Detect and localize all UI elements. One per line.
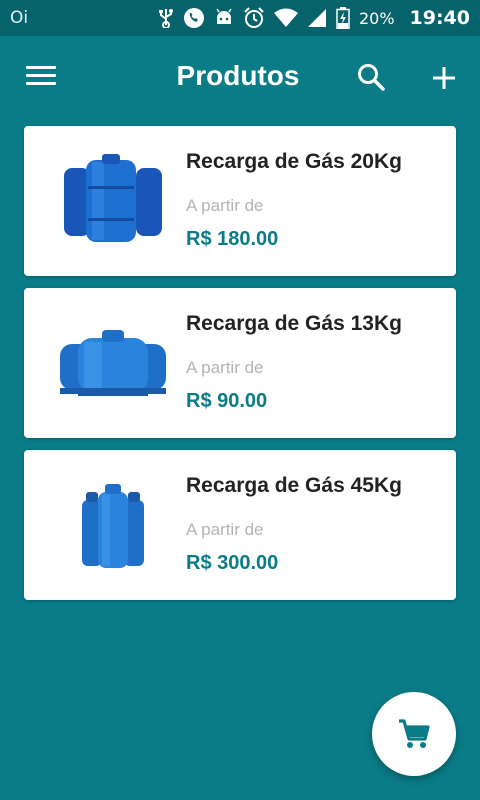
product-price: R$ 300.00 — [186, 552, 279, 574]
product-name: Recarga de Gás 45Kg — [186, 474, 402, 497]
usb-icon — [158, 9, 173, 28]
product-from-label: A partir de — [186, 196, 264, 215]
cart-icon — [399, 719, 430, 748]
app-toolbar: Produtos — [0, 36, 480, 120]
gas-cylinders-45kg-image — [82, 484, 144, 568]
page-title: Produtos — [176, 60, 300, 91]
android-icon — [216, 8, 232, 24]
gas-cylinders-20kg-image — [64, 154, 162, 242]
product-price: R$ 90.00 — [186, 390, 268, 412]
product-card-13kg[interactable]: Recarga de Gás 13Kg A partir de R$ 90.00 — [24, 288, 456, 438]
gas-cylinders-13kg-image — [60, 330, 166, 396]
product-name: Recarga de Gás 13Kg — [186, 312, 402, 335]
whatsapp-icon — [183, 8, 204, 28]
product-price: R$ 180.00 — [186, 228, 279, 250]
product-card-45kg[interactable]: Recarga de Gás 45Kg A partir de R$ 300.0… — [24, 450, 456, 600]
status-bar: Oi 20% 19:40 — [0, 0, 480, 36]
product-name: Recarga de Gás 20Kg — [186, 150, 402, 173]
battery-icon — [336, 7, 350, 29]
product-card-20kg[interactable]: Recarga de Gás 20Kg A partir de R$ 180.0… — [24, 126, 456, 276]
carrier-label: Oi — [10, 8, 29, 28]
clock: 19:40 — [409, 7, 470, 29]
add-button[interactable] — [430, 64, 458, 92]
wifi-icon — [273, 8, 298, 27]
product-from-label: A partir de — [186, 520, 264, 539]
add-icon — [433, 67, 455, 89]
product-from-label: A partir de — [186, 358, 264, 377]
cart-button[interactable] — [372, 692, 456, 776]
alarm-icon — [244, 7, 264, 28]
search-button[interactable] — [356, 62, 386, 92]
page-title-container: Produtos — [0, 60, 480, 92]
search-icon — [358, 64, 385, 91]
status-icons: 20% 19:40 — [158, 7, 470, 29]
product-list: Recarga de Gás 20Kg A partir de R$ 180.0… — [24, 126, 456, 612]
signal-icon — [307, 9, 326, 27]
battery-percent: 20% — [358, 8, 395, 28]
